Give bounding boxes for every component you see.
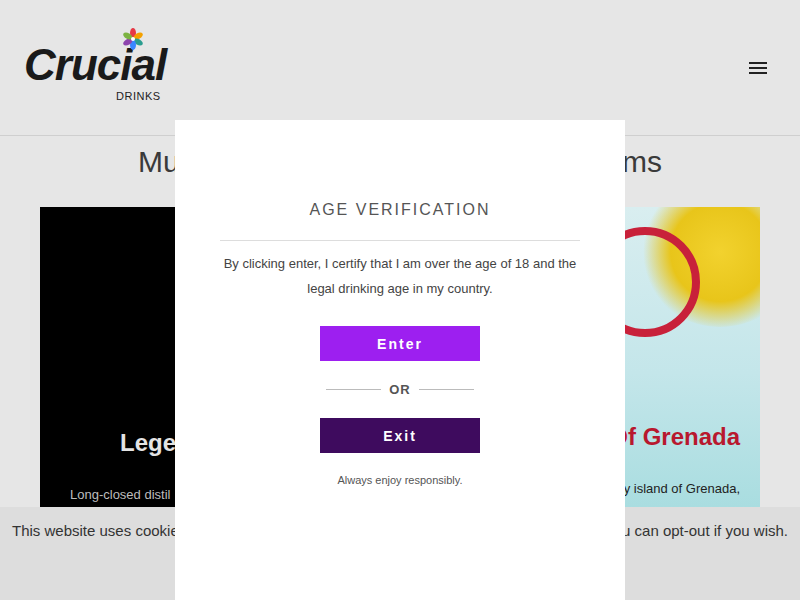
divider <box>220 240 580 241</box>
logo[interactable]: CrucialDRINKS <box>24 40 174 106</box>
hamburger-menu-icon[interactable] <box>749 62 767 74</box>
cookie-text-right: u can opt-out if you wish. <box>622 521 788 541</box>
palm-icon <box>640 207 760 327</box>
modal-title: AGE VERIFICATION <box>309 198 490 222</box>
heading-right: ms <box>622 144 662 180</box>
exit-button[interactable]: Exit <box>320 418 480 453</box>
flower-icon <box>122 28 144 50</box>
logo-text: Crucial <box>24 40 174 90</box>
modal-message: By clicking enter, I certify that I am o… <box>215 251 585 301</box>
logo-subtitle: DRINKS <box>116 90 161 102</box>
age-verification-modal: AGE VERIFICATION By clicking enter, I cer… <box>175 120 625 600</box>
or-separator: OR <box>326 381 474 397</box>
card-text: y island of Grenada, <box>624 479 760 499</box>
heading-left: Mu <box>138 144 180 180</box>
page: CrucialDRINKSMumsLegeLong-closed distilO… <box>0 0 800 600</box>
responsibility-note: Always enjoy responsibly. <box>337 472 462 488</box>
enter-button[interactable]: Enter <box>320 326 480 361</box>
cookie-text-left: This website uses cookie <box>12 521 179 541</box>
site-header: CrucialDRINKS <box>0 0 800 136</box>
card-title: Of Grenada <box>609 421 760 453</box>
